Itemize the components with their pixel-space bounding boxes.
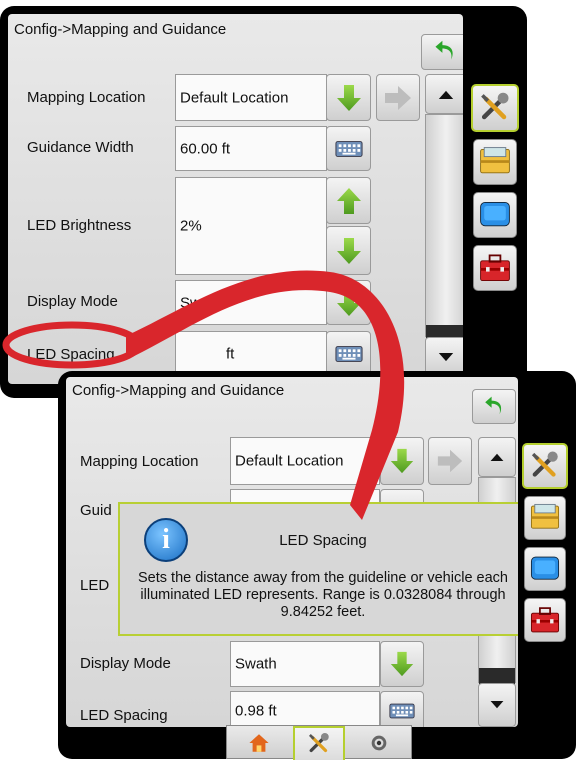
display-mode-down-button[interactable]	[326, 280, 371, 325]
mapping-location-down-button[interactable]	[326, 74, 371, 121]
led-spacing-label: LED Spacing	[80, 707, 168, 724]
display-mode-label: Display Mode	[27, 293, 118, 310]
down-arrow-icon	[388, 447, 416, 475]
led-spacing-label: LED Spacing	[27, 346, 115, 363]
scrollbar-thumb[interactable]	[479, 668, 515, 684]
scroll-up-icon	[437, 89, 455, 100]
tools-icon	[528, 449, 562, 483]
sidebar-toolbox-button[interactable]	[524, 598, 566, 642]
page-title: Config->Mapping and Guidance	[72, 382, 285, 399]
toolbox-icon	[528, 603, 562, 637]
mapping-location-next-button[interactable]	[376, 74, 420, 121]
mapping-location-down-button[interactable]	[380, 437, 424, 485]
down-arrow-icon	[334, 236, 364, 266]
scroll-up-button[interactable]	[425, 74, 463, 114]
bottom-nav-bar	[226, 725, 412, 760]
home-icon	[247, 731, 271, 755]
tab-guidance[interactable]	[357, 728, 401, 758]
led-brightness-up-button[interactable]	[326, 177, 371, 224]
keyboard-icon	[389, 702, 415, 720]
popup-body: Sets the distance away from the guidelin…	[138, 570, 508, 620]
tools-icon	[477, 90, 513, 126]
down-arrow-icon	[334, 83, 364, 113]
guidance-width-field[interactable]: 60.00 ft	[175, 126, 327, 171]
led-brightness-down-button[interactable]	[326, 226, 371, 275]
scrollbar-track[interactable]	[425, 114, 463, 338]
sidebar-display-button[interactable]	[473, 192, 517, 238]
led-spacing-keyboard-button[interactable]	[380, 691, 424, 727]
display-mode-field[interactable]: Swath	[175, 280, 327, 325]
guidance-icon	[368, 732, 390, 754]
display-mode-down-button[interactable]	[380, 641, 424, 687]
top-screen-panel: Config->Mapping and Guidance Mapping Loc…	[0, 6, 527, 398]
tab-home[interactable]	[237, 728, 281, 758]
sidebar-console-button[interactable]	[524, 496, 566, 540]
tools-icon	[306, 731, 332, 757]
mapping-location-field[interactable]: Default Location	[175, 74, 327, 121]
mapping-location-label: Mapping Location	[80, 453, 199, 470]
led-brightness-label: LED Brightness	[27, 217, 132, 234]
bottom-screen: Config->Mapping and Guidance Mapping Loc…	[66, 377, 518, 727]
guidance-width-label: Guid	[80, 502, 112, 519]
scroll-down-icon	[437, 352, 455, 363]
right-arrow-icon	[436, 447, 464, 475]
console-icon	[477, 144, 513, 180]
back-button[interactable]	[421, 34, 463, 70]
sidebar-tools-button[interactable]	[471, 84, 519, 132]
led-spacing-keyboard-button[interactable]	[326, 331, 371, 376]
back-arrow-icon	[432, 39, 458, 65]
led-spacing-field[interactable]: 0.98 ft	[230, 691, 380, 727]
keyboard-icon	[335, 344, 363, 364]
info-popup[interactable]: i LED Spacing Sets the distance away fro…	[118, 502, 518, 636]
page-title: Config->Mapping and Guidance	[14, 21, 227, 38]
scroll-up-button[interactable]	[478, 437, 516, 477]
guidance-width-keyboard-button[interactable]	[326, 126, 371, 171]
bottom-screen-panel: Config->Mapping and Guidance Mapping Loc…	[58, 371, 576, 760]
right-arrow-icon	[383, 83, 413, 113]
scroll-down-button[interactable]	[478, 683, 516, 727]
tab-tools[interactable]	[293, 726, 345, 760]
guidance-width-label: Guidance Width	[27, 139, 134, 156]
up-arrow-icon	[334, 186, 364, 216]
mapping-location-label: Mapping Location	[27, 89, 146, 106]
back-arrow-icon	[482, 395, 506, 419]
display-mode-label: Display Mode	[80, 655, 171, 672]
sidebar-toolbox-button[interactable]	[473, 245, 517, 291]
scroll-down-icon	[489, 700, 505, 710]
sidebar-console-button[interactable]	[473, 139, 517, 185]
mapping-location-field[interactable]: Default Location	[230, 437, 380, 485]
led-brightness-field[interactable]: 2%	[175, 177, 327, 275]
display-mode-field[interactable]: Swath	[230, 641, 380, 687]
down-arrow-icon	[388, 650, 416, 678]
console-icon	[528, 501, 562, 535]
back-button[interactable]	[472, 389, 516, 424]
display-icon	[528, 552, 562, 586]
led-brightness-label: LED	[80, 577, 110, 594]
mapping-location-next-button[interactable]	[428, 437, 472, 485]
led-spacing-field[interactable]: ft	[175, 331, 327, 376]
scroll-up-icon	[489, 452, 505, 462]
display-icon	[477, 197, 513, 233]
keyboard-icon	[335, 139, 363, 159]
top-screen: Config->Mapping and Guidance Mapping Loc…	[8, 14, 463, 384]
sidebar-tools-button[interactable]	[522, 443, 568, 489]
down-arrow-icon	[334, 288, 364, 318]
toolbox-icon	[477, 250, 513, 286]
sidebar-display-button[interactable]	[524, 547, 566, 591]
popup-title: LED Spacing	[279, 532, 367, 549]
